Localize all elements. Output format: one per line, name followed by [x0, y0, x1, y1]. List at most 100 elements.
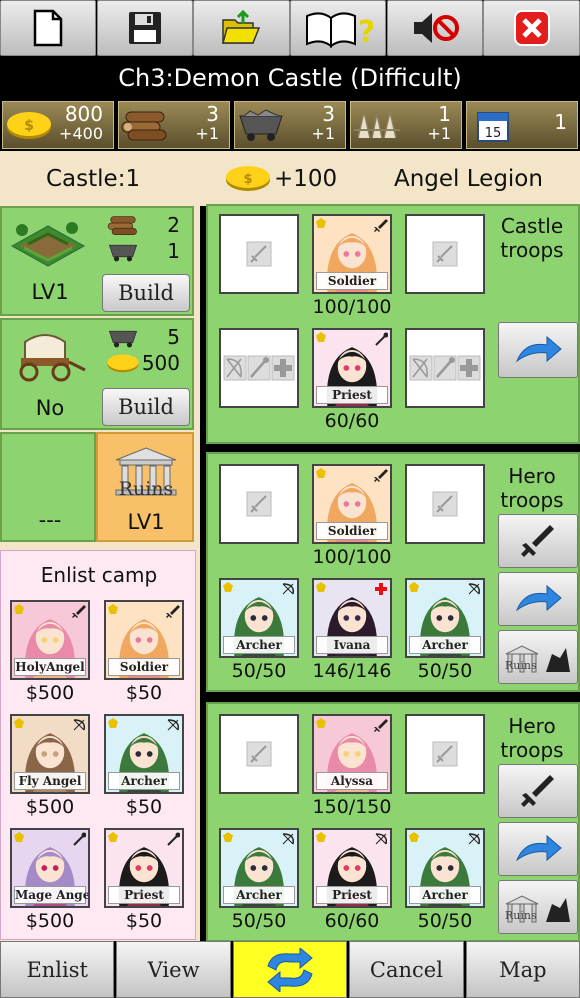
hero-unit-card[interactable]: Archer: [405, 828, 485, 908]
enlist-unit-card[interactable]: Fly Angel: [10, 714, 90, 794]
castle-swap-button[interactable]: [498, 322, 578, 378]
empty-troop-slot[interactable]: [405, 328, 485, 408]
empty-troop-slot[interactable]: [405, 714, 485, 794]
unit-name: Ivana: [316, 636, 388, 654]
wagon-build-button[interactable]: Build: [102, 388, 190, 426]
help-book-icon: ?: [306, 12, 373, 48]
bow-class-icon: [468, 583, 481, 595]
hero-2-attack-button[interactable]: [498, 764, 578, 818]
unit-name: Archer: [223, 886, 295, 904]
day-value: 1: [554, 110, 567, 134]
sword-class-icon: [374, 219, 388, 232]
view-button[interactable]: View: [116, 941, 231, 998]
hero-1-attack-button[interactable]: [498, 514, 578, 568]
hero-troops-1-title-line2: troops: [500, 488, 564, 512]
wagon-status: No: [35, 396, 65, 420]
hero-unit-card[interactable]: Archer: [219, 578, 299, 658]
unit-hp: 50/50: [417, 660, 473, 682]
ruins-level: LV1: [127, 510, 165, 534]
empty-troop-slot[interactable]: [219, 328, 299, 408]
staff-class-icon: [167, 832, 180, 846]
resource-day: 15 1: [466, 101, 578, 149]
bow-class-icon: [282, 833, 295, 845]
hero-2-ruins-button[interactable]: Ruins: [498, 880, 578, 934]
empty-troop-slot[interactable]: [219, 714, 299, 794]
hero-unit-card[interactable]: Ivana: [312, 578, 392, 658]
empty-troop-slot[interactable]: [219, 214, 299, 294]
empty-building-slot[interactable]: ---: [0, 432, 96, 542]
sound-off-icon: [413, 13, 459, 43]
wagon-building: No 5 500 Build: [0, 318, 194, 430]
enlist-camp-title: Enlist camp: [40, 563, 158, 587]
enlist-unit-card[interactable]: Archer: [104, 714, 184, 794]
sword-class-icon: [72, 605, 86, 618]
enlist-unit-card[interactable]: Soldier: [104, 600, 184, 680]
ruins-building[interactable]: Ruins LV1: [96, 432, 194, 542]
cross-class-icon: [375, 583, 387, 595]
hero-unit-card[interactable]: Archer: [405, 578, 485, 658]
staff-class-icon: [375, 332, 388, 346]
unit-hp: 50/50: [417, 910, 473, 932]
resource-bar: $ 800 +400 3 +1 3 +1 1 +1 15 1: [0, 99, 580, 151]
hero-troops-2-title-line2: troops: [500, 738, 564, 762]
unit-price: $50: [125, 682, 163, 704]
hero-unit-card[interactable]: Archer: [219, 828, 299, 908]
empty-troop-slot[interactable]: [405, 464, 485, 544]
enlist-unit-card[interactable]: Priest: [104, 828, 184, 908]
save-button[interactable]: [96, 0, 193, 56]
empty-sword-slot-icon: [246, 241, 272, 267]
empty-troop-slot[interactable]: [219, 464, 299, 544]
enlist-unit-card[interactable]: Mage Angel: [10, 828, 90, 908]
hero-2-swap-button[interactable]: [498, 822, 578, 876]
enlist-unit-card[interactable]: HolyAngel: [10, 600, 90, 680]
unit-name: Alyssa: [316, 772, 388, 790]
unit-price: $50: [125, 910, 163, 932]
farm-build-button[interactable]: Build: [102, 274, 190, 312]
hero-unit-card[interactable]: Soldier: [312, 464, 392, 544]
castle-troops-title: Castle troops: [494, 214, 570, 262]
ruins-label: Ruins: [118, 478, 174, 500]
wood-income: +1: [195, 124, 219, 143]
unit-hp: 50/50: [231, 660, 287, 682]
svg-text:15: 15: [485, 126, 502, 141]
close-icon: [513, 10, 550, 46]
unit-name: Soldier: [316, 522, 388, 540]
gold-coin-icon: $: [7, 112, 51, 139]
bow-class-icon: [167, 719, 180, 731]
cancel-button[interactable]: Cancel: [349, 941, 464, 998]
empty-troop-slot[interactable]: [405, 214, 485, 294]
wagon-icon: [19, 334, 86, 382]
unit-hp: 100/100: [312, 546, 392, 568]
bow-class-icon: [375, 833, 388, 845]
hero-unit-card[interactable]: Alyssa: [312, 714, 392, 794]
unit-hp: 60/60: [324, 410, 380, 432]
unit-name: HolyAngel: [14, 658, 86, 676]
enlist-button[interactable]: Enlist: [0, 941, 115, 998]
castle-unit-card[interactable]: Soldier: [312, 214, 392, 294]
unit-hp: 50/50: [231, 910, 287, 932]
hero-unit-card[interactable]: Priest: [312, 828, 392, 908]
unit-name: Priest: [108, 886, 180, 904]
save-icon: [128, 12, 161, 44]
castle-unit-card[interactable]: Priest: [312, 328, 392, 408]
swap-arrow-icon: [515, 335, 562, 363]
ore-cart-icon: [108, 244, 138, 262]
resource-gold: $ 800 +400: [2, 101, 114, 149]
hero-1-ruins-button[interactable]: Ruins: [498, 630, 578, 684]
unit-name: Archer: [223, 636, 295, 654]
map-button[interactable]: Map: [465, 941, 580, 998]
unit-name: Soldier: [316, 272, 388, 290]
empty-sword-slot-icon: [432, 741, 458, 767]
farm-building: LV1 2 1 Build: [0, 206, 194, 316]
new-file-button[interactable]: [0, 0, 97, 56]
help-button[interactable]: ?: [290, 0, 387, 56]
calendar-icon: 15: [477, 112, 509, 142]
sound-toggle-button[interactable]: [386, 0, 483, 56]
open-folder-button[interactable]: [193, 0, 290, 56]
gold-bonus: +100: [274, 165, 338, 192]
farm-level: LV1: [31, 280, 69, 304]
swap-mode-button[interactable]: [232, 941, 348, 998]
close-button[interactable]: [483, 0, 580, 56]
hero-1-swap-button[interactable]: [498, 572, 578, 626]
castle-troops-title-line1: Castle: [500, 214, 564, 238]
